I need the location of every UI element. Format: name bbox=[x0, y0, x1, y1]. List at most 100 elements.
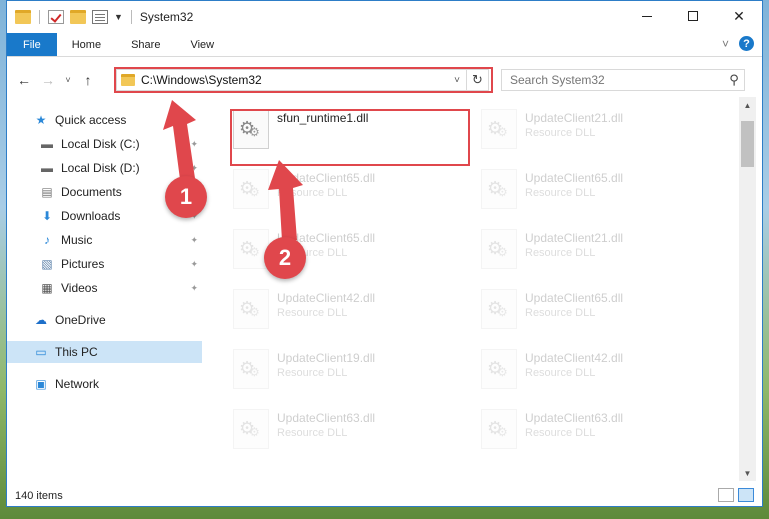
sidebar-item-label: Documents bbox=[61, 185, 122, 199]
file-item[interactable]: UpdateClient21.dll Resource DLL bbox=[475, 225, 715, 277]
forward-button[interactable]: → bbox=[37, 69, 59, 91]
sidebar-item-label: Pictures bbox=[61, 257, 105, 271]
scroll-down-icon[interactable]: ▼ bbox=[739, 465, 756, 481]
file-item[interactable]: UpdateClient65.dllResource DLL bbox=[475, 285, 715, 337]
address-highlight-box bbox=[114, 67, 493, 93]
customize-toolbar-icon[interactable]: ▼ bbox=[114, 12, 123, 22]
sidebar-item-label: Quick access bbox=[55, 113, 127, 127]
file-item[interactable]: UpdateClient65.dllResource DLL bbox=[475, 165, 715, 217]
file-name: UpdateClient63.dll bbox=[525, 411, 624, 425]
dll-file-icon bbox=[233, 409, 269, 449]
file-item[interactable]: UpdateClient19.dll Resource DLL bbox=[227, 345, 467, 397]
pin-icon[interactable]: ✦ bbox=[190, 163, 198, 174]
file-info: UpdateClient65.dll Resource DLL bbox=[525, 165, 623, 199]
vertical-scrollbar[interactable]: ▲ ▼ bbox=[739, 97, 756, 481]
toolbar-separator bbox=[130, 10, 132, 24]
expand-ribbon-icon[interactable]: ˅ bbox=[722, 37, 729, 51]
file-item[interactable]: UpdateClient42.dll Resource DLL bbox=[227, 285, 467, 337]
cloud-icon: ☁ bbox=[35, 313, 47, 327]
star-icon: ★ bbox=[35, 113, 47, 127]
dll-file-icon bbox=[233, 169, 269, 209]
pin-icon[interactable]: ✦ bbox=[190, 259, 198, 270]
file-item[interactable]: UpdateClient63.dll Resource DLL bbox=[475, 405, 715, 457]
pictures-icon: ▧ bbox=[41, 257, 53, 271]
file-type: Resource DLL bbox=[525, 427, 596, 439]
file-item[interactable]: UpdateClient63.dll Resource DLL bbox=[227, 405, 467, 457]
scroll-thumb[interactable] bbox=[741, 121, 754, 167]
sidebar-item-label: Downloads bbox=[61, 209, 121, 223]
tab-file[interactable]: File bbox=[7, 33, 57, 56]
tab-home[interactable]: Home bbox=[57, 33, 116, 56]
file-item[interactable]: UpdateClient65.dllResource DLL bbox=[227, 225, 467, 277]
dll-file-icon bbox=[481, 349, 517, 389]
sidebar-item-label: This PC bbox=[55, 345, 98, 359]
minimize-button[interactable] bbox=[624, 1, 670, 31]
title-bar: ▼ System32 ✕ bbox=[7, 1, 762, 33]
up-button[interactable]: ↑ bbox=[77, 69, 99, 91]
maximize-button[interactable] bbox=[670, 1, 716, 31]
sidebar-item[interactable]: ▬ Local Disk (D:) ✦ bbox=[7, 157, 202, 179]
drive-icon: ▬ bbox=[41, 137, 53, 151]
quick-access-toolbar: ▼ bbox=[7, 10, 134, 24]
dll-file-icon bbox=[481, 409, 517, 449]
music-icon: ♪ bbox=[44, 233, 50, 247]
dll-file-icon bbox=[481, 109, 517, 149]
status-bar: 140 items bbox=[7, 485, 762, 506]
file-item[interactable]: UpdateClient42.dll Resource DLL bbox=[475, 345, 715, 397]
file-type: Resource DLL bbox=[525, 367, 596, 379]
sidebar-item[interactable]: ▭ This PC bbox=[7, 341, 202, 363]
sidebar-item[interactable]: ▦ Videos ✦ bbox=[7, 277, 202, 299]
file-item[interactable]: UpdateClient21.dll Resource DLL bbox=[475, 105, 715, 157]
new-folder-icon[interactable] bbox=[70, 10, 86, 24]
file-info: UpdateClient63.dll Resource DLL bbox=[525, 405, 623, 439]
scroll-up-icon[interactable]: ▲ bbox=[739, 97, 756, 113]
dll-file-icon bbox=[481, 169, 517, 209]
sidebar-item[interactable]: ▣ Network bbox=[7, 373, 202, 395]
file-info: UpdateClient21.dll Resource DLL bbox=[525, 105, 623, 139]
ribbon-tabs: File Home Share View ˅ ? bbox=[7, 33, 762, 57]
file-name: UpdateClient19.dll bbox=[277, 351, 376, 365]
sidebar-item[interactable]: ▬ Local Disk (C:) ✦ bbox=[7, 133, 202, 155]
close-button[interactable]: ✕ bbox=[716, 1, 762, 31]
network-icon: ▣ bbox=[35, 377, 47, 391]
file-type: Resource DLL bbox=[277, 427, 348, 439]
tab-view[interactable]: View bbox=[175, 33, 229, 56]
sidebar-item-label: Videos bbox=[61, 281, 98, 295]
step-2-badge: 2 bbox=[264, 237, 306, 279]
file-name: UpdateClient63.dll bbox=[277, 411, 376, 425]
sidebar-item[interactable]: ▧ Pictures ✦ bbox=[7, 253, 202, 275]
file-type: Resource DLL bbox=[277, 187, 348, 199]
properties-check-icon[interactable] bbox=[48, 10, 64, 24]
sidebar-item-label: Local Disk (D:) bbox=[61, 161, 140, 175]
recent-locations-button[interactable]: ˅ bbox=[61, 69, 75, 91]
item-count: 140 items bbox=[15, 490, 63, 502]
file-type: Resource DLL bbox=[525, 127, 596, 139]
documents-icon: ▤ bbox=[41, 185, 53, 199]
sidebar-item[interactable]: ★ Quick access bbox=[7, 109, 202, 131]
file-type: Resource DLL bbox=[525, 247, 596, 259]
help-icon[interactable]: ? bbox=[739, 36, 754, 51]
properties-icon[interactable] bbox=[92, 10, 108, 24]
videos-icon: ▦ bbox=[41, 281, 53, 295]
large-icons-view-icon[interactable] bbox=[738, 488, 754, 502]
tab-share[interactable]: Share bbox=[116, 33, 175, 56]
search-input[interactable] bbox=[502, 73, 724, 87]
navigation-pane: ★ Quick access ▬ Local Disk (C:) ✦ ▬ Local Dis… bbox=[7, 103, 203, 475]
file-name: UpdateClient21.dll bbox=[525, 231, 624, 245]
window-title: System32 bbox=[139, 10, 194, 24]
pin-icon[interactable]: ✦ bbox=[190, 235, 198, 246]
search-box[interactable]: ⚲ bbox=[501, 69, 745, 91]
sidebar-item[interactable]: ♪ Music ✦ bbox=[7, 229, 202, 251]
file-type: Resource DLL bbox=[277, 367, 348, 379]
details-view-icon[interactable] bbox=[718, 488, 734, 502]
file-name: UpdateClient65.dll bbox=[277, 171, 376, 185]
back-button[interactable]: ← bbox=[13, 69, 35, 91]
pin-icon[interactable]: ✦ bbox=[190, 283, 198, 294]
file-name: UpdateClient21.dll bbox=[525, 111, 624, 125]
pin-icon[interactable]: ✦ bbox=[190, 139, 198, 150]
sidebar-item[interactable]: ☁ OneDrive bbox=[7, 309, 202, 331]
dll-file-icon bbox=[233, 229, 269, 269]
search-icon[interactable]: ⚲ bbox=[724, 72, 744, 88]
navigation-bar: ← → ˅ ↑ C:\Windows\System32 ˅ ↻ ⚲ bbox=[7, 65, 762, 95]
file-item[interactable]: UpdateClient65.dll Resource DLL bbox=[227, 165, 467, 217]
